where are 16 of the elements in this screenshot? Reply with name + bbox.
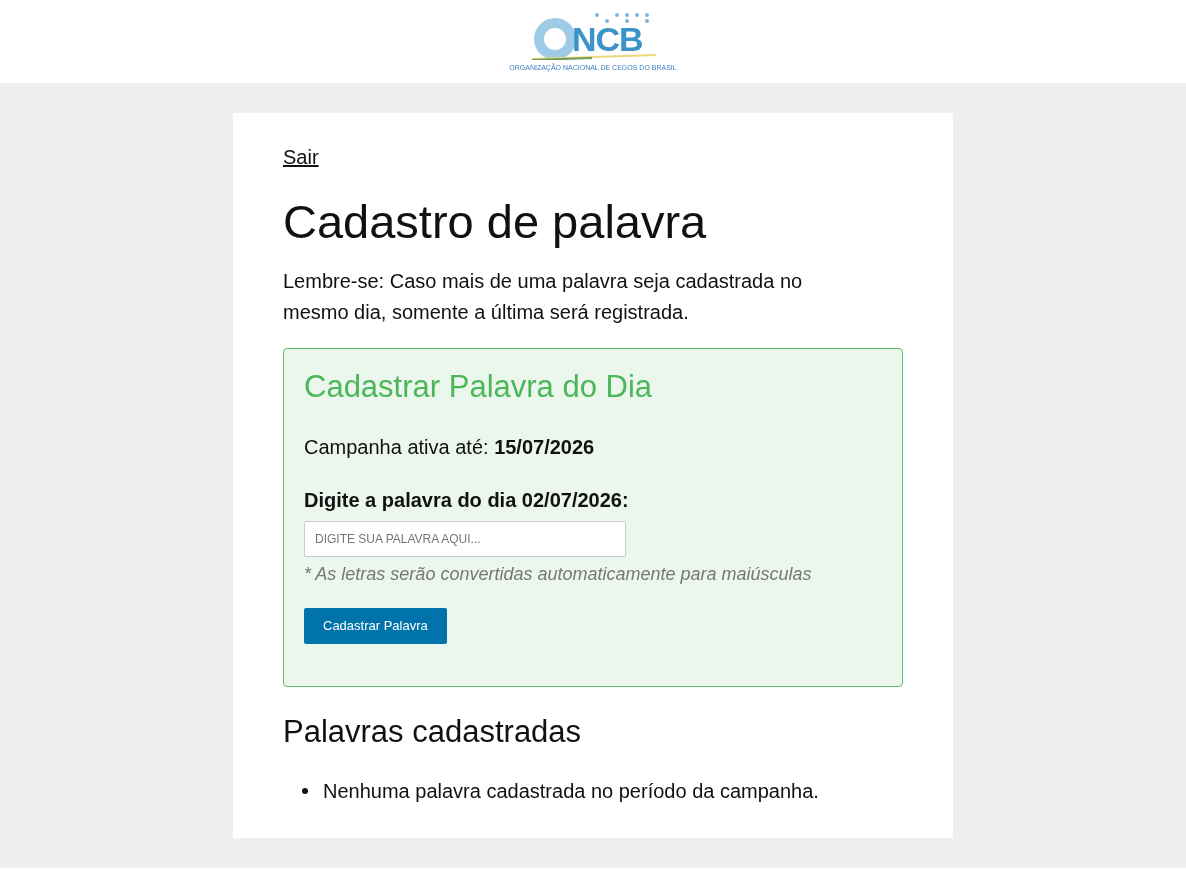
braille-dots-icon: [594, 11, 650, 24]
page-title: Cadastro de palavra: [283, 194, 708, 250]
bullet-icon: [302, 788, 308, 794]
submit-button[interactable]: Cadastrar Palavra: [304, 608, 447, 644]
logo-letters: NCB: [572, 21, 643, 56]
word-field-label: Digite a palavra do dia 02/07/2026:: [304, 488, 630, 513]
word-input[interactable]: DIGITE SUA PALAVRA AQUI...: [304, 521, 626, 557]
logo-stripes-icon: [532, 53, 656, 60]
empty-list-text: Nenhuma palavra cadastrada no período da campanha.: [323, 779, 819, 804]
uppercase-hint: * As letras serão convertidas automaticamente para maiúsculas: [304, 563, 813, 586]
notice-text: Lembre-se: Caso mais de uma palavra seja cadastrada no mesmo dia, somente a última será registrada.: [283, 269, 804, 325]
campaign-end-text: Campanha ativa até: 15/07/2026: [304, 435, 596, 460]
logout-link[interactable]: Sair: [283, 145, 319, 169]
logo-ring-icon: [534, 17, 576, 60]
registered-title: Palavras cadastradas: [283, 713, 583, 751]
form-title: Cadastrar Palavra do Dia: [304, 368, 654, 406]
